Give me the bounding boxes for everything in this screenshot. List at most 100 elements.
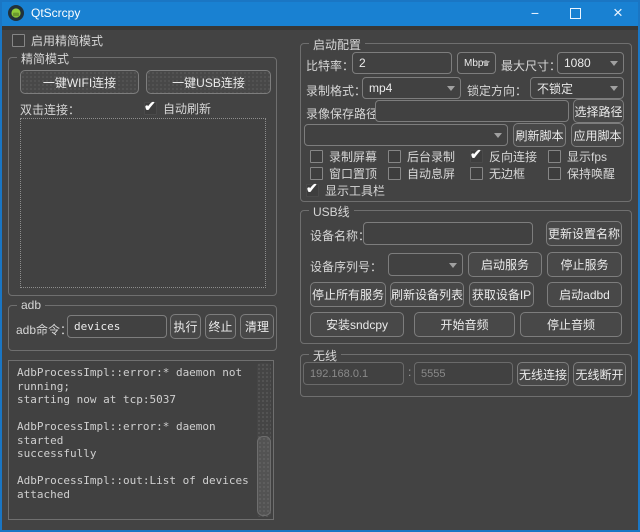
check-icon: ✔: [470, 146, 482, 163]
install-sndcpy-button[interactable]: 安装sndcpy: [310, 312, 404, 337]
checkbox-auto-screen-off[interactable]: 自动息屏: [388, 166, 455, 180]
title-bar[interactable]: QtScrcpy − ×: [0, 0, 640, 26]
record-format-label: 录制格式：: [306, 82, 366, 99]
log-scrollbar-thumb[interactable]: [257, 436, 271, 516]
maximize-glyph: [570, 8, 581, 19]
checkbox-box: [388, 167, 401, 180]
checkbox-enable-simple-mode[interactable]: 启用精简模式: [12, 33, 103, 47]
lock-orientation-label: 锁定方向：: [467, 82, 527, 99]
ip-port-separator: :: [408, 365, 411, 379]
log-scrollbar[interactable]: [257, 363, 271, 517]
checkbox-box: [12, 34, 25, 47]
checkbox-label: 启用精简模式: [31, 32, 103, 49]
chevron-down-icon: [610, 61, 618, 66]
chevron-down-icon: [494, 133, 502, 138]
checkbox-label: 显示fps: [567, 148, 607, 165]
device-serial-select[interactable]: [388, 253, 463, 276]
checkbox-label: 自动息屏: [407, 165, 455, 182]
group-title: USB线: [309, 203, 354, 220]
group-title: adb: [17, 298, 45, 312]
checkbox-box: ✔: [144, 102, 157, 115]
one-key-wifi-button[interactable]: 一键WIFI连接: [20, 70, 139, 94]
stop-service-button[interactable]: 停止服务: [547, 252, 622, 277]
maximize-icon[interactable]: [555, 0, 595, 26]
app-android-icon: [8, 5, 24, 21]
close-icon[interactable]: ×: [598, 0, 638, 26]
device-serial-label: 设备序列号：: [310, 258, 382, 275]
adb-command-input[interactable]: devices: [67, 315, 167, 338]
group-title: 精简模式: [17, 50, 73, 67]
bitrate-unit-select[interactable]: Mbps: [457, 52, 496, 74]
chevron-down-icon: [447, 86, 455, 91]
chevron-down-icon: [449, 263, 457, 268]
checkbox-show-toolbar[interactable]: ✔ 显示工具栏: [306, 183, 385, 197]
stop-all-services-button[interactable]: 停止所有服务: [310, 282, 386, 307]
checkbox-label: 录制屏幕: [329, 148, 377, 165]
chevron-down-icon: [482, 61, 490, 66]
checkbox-frameless[interactable]: 无边框: [470, 166, 525, 180]
max-size-label: 最大尺寸：: [501, 57, 561, 74]
checkbox-box: [310, 167, 323, 180]
window-title: QtScrcpy: [31, 0, 80, 26]
lock-orientation-select[interactable]: 不锁定: [530, 77, 624, 99]
checkbox-label: 后台录制: [407, 148, 455, 165]
update-device-name-button[interactable]: 更新设置名称: [546, 221, 622, 246]
check-icon: ✔: [144, 98, 156, 115]
checkbox-box: [388, 150, 401, 163]
device-name-input[interactable]: [363, 222, 533, 245]
selected-value: 1080: [564, 56, 591, 70]
double-click-connect-label: 双击连接：: [20, 101, 80, 118]
checkbox-label: 无边框: [489, 165, 525, 182]
one-key-usb-button[interactable]: 一键USB连接: [146, 70, 271, 94]
qtscrcpy-window: QtScrcpy − × 启用精简模式 精简模式 一键WIFI连接 一键USB连…: [0, 0, 640, 532]
adb-clear-button[interactable]: 清理: [240, 314, 274, 339]
apply-script-button[interactable]: 应用脚本: [571, 123, 624, 147]
titlebar-seam: [0, 26, 640, 30]
get-device-ip-button[interactable]: 获取设备IP: [469, 282, 534, 307]
checkbox-box: ✔: [306, 184, 319, 197]
checkbox-show-fps[interactable]: 显示fps: [548, 149, 607, 163]
choose-path-button[interactable]: 选择路径: [573, 99, 624, 123]
wireless-connect-button[interactable]: 无线连接: [517, 362, 569, 386]
stop-audio-button[interactable]: 停止音频: [520, 312, 622, 337]
script-select[interactable]: [304, 124, 508, 146]
record-format-select[interactable]: mp4: [362, 77, 461, 99]
adb-command-label: adb命令：: [16, 321, 72, 338]
checkbox-auto-refresh[interactable]: ✔ 自动刷新: [144, 101, 211, 115]
adb-execute-button[interactable]: 执行: [170, 314, 201, 339]
start-service-button[interactable]: 启动服务: [468, 252, 542, 277]
selected-value: 不锁定: [537, 80, 573, 97]
record-path-label: 录像保存路径: [306, 105, 378, 122]
checkbox-reverse-connect[interactable]: ✔ 反向连接: [470, 149, 537, 163]
bitrate-input[interactable]: 2: [352, 52, 452, 74]
checkbox-box: [310, 150, 323, 163]
group-title: 启动配置: [309, 36, 365, 53]
refresh-script-button[interactable]: 刷新脚本: [513, 123, 566, 147]
checkbox-box: [548, 167, 561, 180]
checkbox-box: [470, 167, 483, 180]
wireless-ip-input[interactable]: 192.168.0.1: [303, 362, 404, 385]
checkbox-label: 保持唤醒: [567, 165, 615, 182]
bitrate-label: 比特率：: [306, 57, 354, 74]
checkbox-label: 自动刷新: [163, 100, 211, 117]
max-size-select[interactable]: 1080: [557, 52, 624, 74]
selected-value: mp4: [369, 81, 392, 95]
record-path-input[interactable]: [375, 100, 569, 122]
log-console[interactable]: AdbProcessImpl::error:* daemon not runni…: [8, 360, 274, 520]
start-audio-button[interactable]: 开始音频: [414, 312, 515, 337]
checkbox-keep-awake[interactable]: 保持唤醒: [548, 166, 615, 180]
refresh-device-list-button[interactable]: 刷新设备列表: [390, 282, 464, 307]
checkbox-label: 反向连接: [489, 148, 537, 165]
checkbox-box: ✔: [470, 150, 483, 163]
start-adbd-button[interactable]: 启动adbd: [547, 282, 622, 307]
device-list[interactable]: [20, 118, 266, 288]
minimize-icon[interactable]: −: [515, 0, 555, 26]
android-glyph: [11, 8, 21, 18]
checkbox-background-record[interactable]: 后台录制: [388, 149, 455, 163]
adb-terminate-button[interactable]: 终止: [205, 314, 236, 339]
checkbox-window-on-top[interactable]: 窗口置顶: [310, 166, 377, 180]
checkbox-record-screen[interactable]: 录制屏幕: [310, 149, 377, 163]
wireless-port-input[interactable]: 5555: [414, 362, 513, 385]
wireless-disconnect-button[interactable]: 无线断开: [573, 362, 626, 386]
checkbox-label: 窗口置顶: [329, 165, 377, 182]
